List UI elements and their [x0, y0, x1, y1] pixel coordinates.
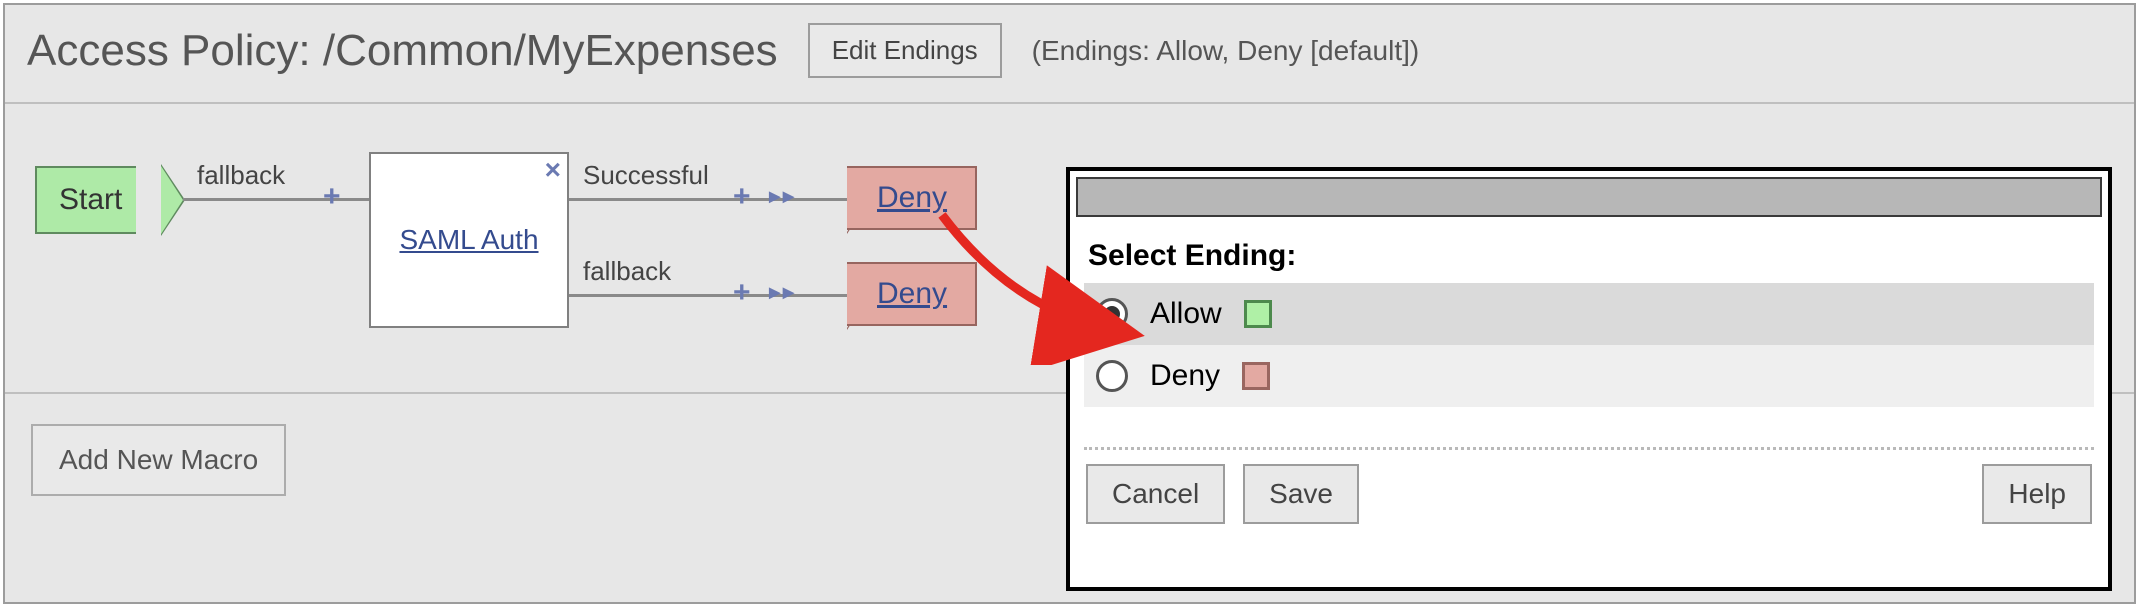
page-title: Access Policy: /Common/MyExpenses — [27, 26, 778, 76]
spacer — [1377, 464, 1964, 524]
help-button[interactable]: Help — [1982, 464, 2092, 524]
radio-allow[interactable] — [1096, 298, 1128, 330]
deny-ending-1[interactable]: Deny — [847, 166, 977, 230]
edge-successful — [569, 198, 849, 201]
edit-endings-button[interactable]: Edit Endings — [808, 23, 1002, 78]
option-label-deny: Deny — [1150, 359, 1220, 393]
edge-start-saml — [183, 198, 369, 201]
add-node-icon-2[interactable]: + — [733, 180, 751, 214]
start-node-arrow-fill — [161, 166, 183, 234]
policy-header: Access Policy: /Common/MyExpenses Edit E… — [5, 5, 2134, 104]
select-ending-dialog: Select Ending: Allow Deny Cancel Save He… — [1066, 167, 2112, 591]
ending-option-allow[interactable]: Allow — [1084, 283, 2094, 345]
edge-fallback2 — [569, 294, 849, 297]
close-icon[interactable]: × — [545, 154, 561, 186]
deny1-link[interactable]: Deny — [877, 181, 947, 215]
arrows-icon-2: ►► — [765, 282, 793, 305]
deny-ending-2[interactable]: Deny — [847, 262, 977, 326]
start-node[interactable]: Start — [35, 166, 136, 234]
arrows-icon: ►► — [765, 186, 793, 209]
edge-label-fallback2: fallback — [583, 256, 671, 287]
add-node-icon-3[interactable]: + — [733, 276, 751, 310]
deny-color-square-icon — [1242, 362, 1270, 390]
ending-option-deny[interactable]: Deny — [1084, 345, 2094, 407]
add-new-macro-button[interactable]: Add New Macro — [31, 424, 286, 496]
option-label-allow: Allow — [1150, 297, 1222, 331]
dialog-button-row: Cancel Save Help — [1070, 450, 2108, 538]
start-label: Start — [59, 183, 122, 217]
allow-color-square-icon — [1244, 300, 1272, 328]
dialog-titlebar[interactable] — [1076, 177, 2102, 217]
dialog-heading: Select Ending: — [1088, 239, 2094, 273]
saml-auth-node[interactable]: × SAML Auth — [369, 152, 569, 328]
edge-label-successful: Successful — [583, 160, 709, 191]
cancel-button[interactable]: Cancel — [1086, 464, 1225, 524]
save-button[interactable]: Save — [1243, 464, 1359, 524]
deny2-link[interactable]: Deny — [877, 277, 947, 311]
dialog-body: Select Ending: Allow Deny — [1070, 223, 2108, 407]
add-node-icon[interactable]: + — [323, 180, 341, 214]
app-frame: Access Policy: /Common/MyExpenses Edit E… — [3, 3, 2136, 604]
radio-deny[interactable] — [1096, 360, 1128, 392]
saml-auth-link[interactable]: SAML Auth — [399, 224, 538, 256]
endings-summary: (Endings: Allow, Deny [default]) — [1032, 35, 1420, 67]
edge-label-fallback1: fallback — [197, 160, 285, 191]
